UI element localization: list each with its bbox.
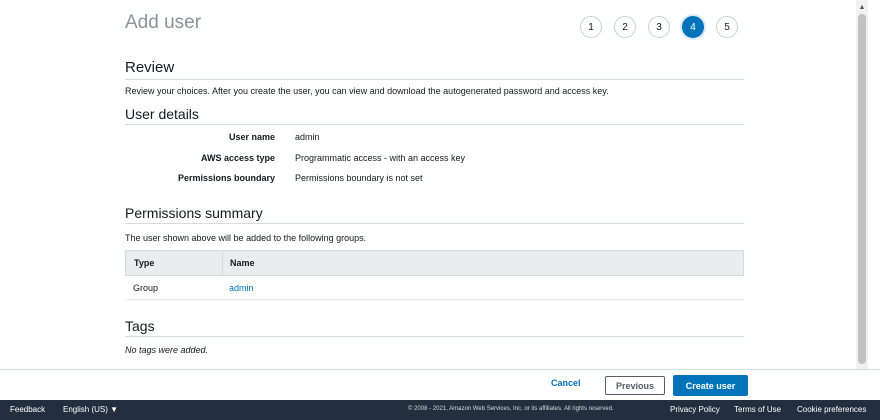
cancel-button[interactable]: Cancel <box>551 378 581 388</box>
divider <box>125 124 744 125</box>
column-header-name: Name <box>230 258 255 268</box>
previous-button[interactable]: Previous <box>605 376 665 395</box>
scroll-thumb[interactable] <box>858 14 866 364</box>
terms-of-use-link[interactable]: Terms of Use <box>734 405 781 414</box>
step-4-current: 4 <box>682 16 704 38</box>
user-name-label: User name <box>228 132 275 142</box>
action-bar: Cancel Previous Create user <box>0 369 880 400</box>
main-content: Add user 1 2 3 4 5 Review Review your ch… <box>0 0 868 369</box>
vertical-scrollbar[interactable]: ▲ <box>856 0 868 369</box>
review-description: Review your choices. After you create th… <box>125 86 609 96</box>
console-footer: Feedback English (US) ▼ © 2008 - 2021, A… <box>0 400 880 420</box>
no-tags-text: No tags were added. <box>125 345 209 355</box>
table-row: Group admin <box>125 276 744 300</box>
permissions-boundary-label: Permissions boundary <box>177 173 275 183</box>
page-title: Add user <box>125 12 202 33</box>
wizard-steps: 1 2 3 4 5 <box>580 16 738 38</box>
permissions-boundary-value: Permissions boundary is not set <box>295 173 423 183</box>
step-1[interactable]: 1 <box>580 16 602 38</box>
divider <box>125 79 744 80</box>
table-header: Type Name <box>125 250 744 276</box>
divider <box>125 336 744 337</box>
tags-heading: Tags <box>125 318 155 334</box>
create-user-button[interactable]: Create user <box>673 375 748 396</box>
user-name-value: admin <box>295 132 320 142</box>
step-5: 5 <box>716 16 738 38</box>
review-heading: Review <box>125 59 175 76</box>
access-type-label: AWS access type <box>200 153 275 163</box>
divider <box>125 223 744 224</box>
step-3[interactable]: 3 <box>648 16 670 38</box>
privacy-policy-link[interactable]: Privacy Policy <box>670 405 720 414</box>
group-admin-link[interactable]: admin <box>222 283 254 293</box>
row-type: Group <box>133 282 159 293</box>
groups-table: Type Name Group admin <box>125 250 744 300</box>
copyright-text: © 2008 - 2021, Amazon Web Services, Inc.… <box>408 406 614 412</box>
column-header-type: Type <box>126 251 223 275</box>
step-2[interactable]: 2 <box>614 16 636 38</box>
access-type-value: Programmatic access - with an access key <box>295 153 466 163</box>
scroll-up-arrow-icon[interactable]: ▲ <box>856 4 868 11</box>
permissions-summary-heading: Permissions summary <box>125 205 263 221</box>
permissions-summary-description: The user shown above will be added to th… <box>125 233 367 243</box>
cookie-preferences-link[interactable]: Cookie preferences <box>797 405 866 414</box>
language-selector[interactable]: English (US) ▼ <box>63 405 118 414</box>
user-details-heading: User details <box>125 106 199 122</box>
feedback-link[interactable]: Feedback <box>10 405 45 414</box>
